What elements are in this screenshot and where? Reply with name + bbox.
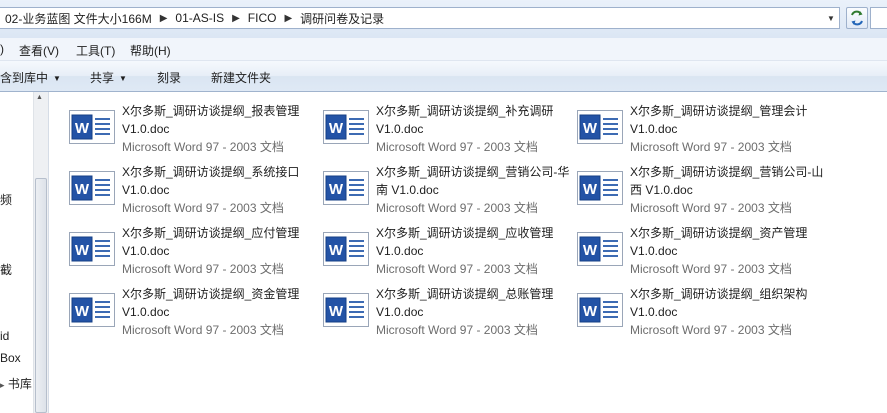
file-tile[interactable]: W X尔多斯_调研访谈提纲_应收管理 V1.0.doc Microsoft Wo…	[323, 224, 573, 282]
chevron-down-icon: ▼	[119, 74, 127, 83]
file-name: X尔多斯_调研访谈提纲_应收管理 V1.0.doc	[376, 226, 554, 258]
nav-item-screenshot[interactable]: 截	[0, 261, 12, 278]
file-list-view: W X尔多斯_调研访谈提纲_报表管理 V1.0.doc Microsoft Wo…	[49, 92, 887, 413]
breadcrumb-fico[interactable]: FICO	[248, 11, 277, 25]
file-tile[interactable]: W X尔多斯_调研访谈提纲_管理会计 V1.0.doc Microsoft Wo…	[577, 102, 827, 160]
svg-text:W: W	[75, 303, 90, 320]
word-document-icon: W	[323, 293, 369, 327]
navigation-pane: 频 截 id Box ▸ 书库	[0, 92, 33, 413]
word-document-icon: W	[577, 232, 623, 266]
menu-item-help[interactable]: 帮助(H)	[130, 42, 171, 59]
file-name: X尔多斯_调研访谈提纲_组织架构 V1.0.doc	[630, 287, 808, 319]
word-document-icon: W	[69, 171, 115, 205]
chevron-down-icon: ▼	[53, 74, 61, 83]
file-type: Microsoft Word 97 - 2003 文档	[376, 140, 538, 154]
file-tile[interactable]: W X尔多斯_调研访谈提纲_资产管理 V1.0.doc Microsoft Wo…	[577, 224, 827, 282]
svg-text:W: W	[583, 242, 598, 259]
command-bar: 含到库中 ▼ 共享 ▼ 刻录 新建文件夹	[0, 61, 887, 92]
scroll-up-icon[interactable]: ▲	[36, 94, 43, 101]
nav-item-library-label: 书库	[7, 377, 32, 391]
file-name: X尔多斯_调研访谈提纲_管理会计 V1.0.doc	[630, 104, 808, 136]
address-history-dropdown-icon[interactable]: ▼	[823, 8, 839, 28]
svg-text:W: W	[583, 181, 598, 198]
file-name: X尔多斯_调研访谈提纲_系统接口 V1.0.doc	[122, 165, 300, 197]
file-type: Microsoft Word 97 - 2003 文档	[376, 201, 538, 215]
search-input[interactable]	[870, 7, 887, 29]
svg-text:W: W	[75, 181, 90, 198]
file-name: X尔多斯_调研访谈提纲_补充调研 V1.0.doc	[376, 104, 554, 136]
file-type: Microsoft Word 97 - 2003 文档	[630, 323, 792, 337]
file-type: Microsoft Word 97 - 2003 文档	[630, 201, 792, 215]
svg-text:W: W	[329, 303, 344, 320]
word-document-icon: W	[577, 171, 623, 205]
word-document-icon: W	[69, 293, 115, 327]
file-type: Microsoft Word 97 - 2003 文档	[122, 140, 284, 154]
share-button[interactable]: 共享 ▼	[90, 69, 127, 86]
svg-text:W: W	[75, 120, 90, 137]
file-type: Microsoft Word 97 - 2003 文档	[630, 140, 792, 154]
nav-item-library[interactable]: ▸ 书库	[0, 375, 32, 392]
share-label: 共享	[90, 71, 115, 85]
file-name: X尔多斯_调研访谈提纲_营销公司-华南 V1.0.doc	[376, 165, 570, 197]
svg-text:W: W	[329, 181, 344, 198]
file-type: Microsoft Word 97 - 2003 文档	[376, 262, 538, 276]
svg-text:W: W	[329, 120, 344, 137]
address-bar-row: 02-业务蓝图 文件大小166M ▶ 01-AS-IS ▶ FICO ▶ 调研问…	[0, 0, 887, 38]
file-name: X尔多斯_调研访谈提纲_资金管理 V1.0.doc	[122, 287, 300, 319]
file-name: X尔多斯_调研访谈提纲_应付管理 V1.0.doc	[122, 226, 300, 258]
word-document-icon: W	[323, 171, 369, 205]
address-bar[interactable]: 02-业务蓝图 文件大小166M ▶ 01-AS-IS ▶ FICO ▶ 调研问…	[0, 7, 840, 29]
file-tile[interactable]: W X尔多斯_调研访谈提纲_补充调研 V1.0.doc Microsoft Wo…	[323, 102, 573, 160]
file-tile[interactable]: W X尔多斯_调研访谈提纲_报表管理 V1.0.doc Microsoft Wo…	[69, 102, 319, 160]
nav-scrollbar[interactable]: ▲	[33, 92, 48, 413]
breadcrumb-current-folder[interactable]: 调研问卷及记录	[300, 10, 384, 27]
arrow-right-icon: ▸	[0, 380, 5, 390]
svg-text:W: W	[75, 242, 90, 259]
new-folder-button[interactable]: 新建文件夹	[211, 69, 271, 86]
menu-item-view[interactable]: 查看(V)	[19, 42, 59, 59]
svg-text:W: W	[583, 120, 598, 137]
file-type: Microsoft Word 97 - 2003 文档	[376, 323, 538, 337]
refresh-button[interactable]	[846, 7, 868, 29]
nav-item-id[interactable]: id	[0, 329, 9, 343]
menu-item-partial[interactable]: )	[0, 42, 4, 56]
word-document-icon: W	[577, 293, 623, 327]
file-tile[interactable]: W X尔多斯_调研访谈提纲_资金管理 V1.0.doc Microsoft Wo…	[69, 285, 319, 343]
word-document-icon: W	[69, 232, 115, 266]
scroll-thumb[interactable]	[35, 178, 47, 413]
burn-button[interactable]: 刻录	[157, 69, 181, 86]
svg-text:W: W	[583, 303, 598, 320]
breadcrumb-business-blueprint[interactable]: 02-业务蓝图 文件大小166M	[5, 10, 152, 27]
breadcrumb-separator-icon[interactable]: ▶	[232, 13, 240, 24]
file-tile[interactable]: W X尔多斯_调研访谈提纲_应付管理 V1.0.doc Microsoft Wo…	[69, 224, 319, 282]
menu-bar: ) 查看(V) 工具(T) 帮助(H)	[0, 38, 887, 61]
word-document-icon: W	[323, 232, 369, 266]
file-type: Microsoft Word 97 - 2003 文档	[122, 323, 284, 337]
file-type: Microsoft Word 97 - 2003 文档	[630, 262, 792, 276]
breadcrumb-as-is[interactable]: 01-AS-IS	[175, 11, 224, 25]
svg-text:W: W	[329, 242, 344, 259]
include-in-library-label: 含到库中	[0, 71, 49, 85]
refresh-icon	[851, 10, 863, 26]
nav-item-video[interactable]: 频	[0, 191, 12, 208]
include-in-library-button[interactable]: 含到库中 ▼	[0, 69, 61, 86]
file-type: Microsoft Word 97 - 2003 文档	[122, 201, 284, 215]
file-tile[interactable]: W X尔多斯_调研访谈提纲_营销公司-华南 V1.0.doc Microsoft…	[323, 163, 573, 221]
file-tile[interactable]: W X尔多斯_调研访谈提纲_总账管理 V1.0.doc Microsoft Wo…	[323, 285, 573, 343]
file-name: X尔多斯_调研访谈提纲_报表管理 V1.0.doc	[122, 104, 300, 136]
file-tile[interactable]: W X尔多斯_调研访谈提纲_系统接口 V1.0.doc Microsoft Wo…	[69, 163, 319, 221]
file-name: X尔多斯_调研访谈提纲_营销公司-山西 V1.0.doc	[630, 165, 824, 197]
file-tile[interactable]: W X尔多斯_调研访谈提纲_组织架构 V1.0.doc Microsoft Wo…	[577, 285, 827, 343]
nav-item-box[interactable]: Box	[0, 351, 21, 365]
file-type: Microsoft Word 97 - 2003 文档	[122, 262, 284, 276]
breadcrumb-separator-icon[interactable]: ▶	[160, 13, 168, 24]
file-name: X尔多斯_调研访谈提纲_总账管理 V1.0.doc	[376, 287, 554, 319]
file-name: X尔多斯_调研访谈提纲_资产管理 V1.0.doc	[630, 226, 808, 258]
word-document-icon: W	[577, 110, 623, 144]
breadcrumb-separator-icon[interactable]: ▶	[284, 13, 292, 24]
word-document-icon: W	[323, 110, 369, 144]
word-document-icon: W	[69, 110, 115, 144]
file-tile[interactable]: W X尔多斯_调研访谈提纲_营销公司-山西 V1.0.doc Microsoft…	[577, 163, 827, 221]
menu-item-tools[interactable]: 工具(T)	[76, 42, 115, 59]
